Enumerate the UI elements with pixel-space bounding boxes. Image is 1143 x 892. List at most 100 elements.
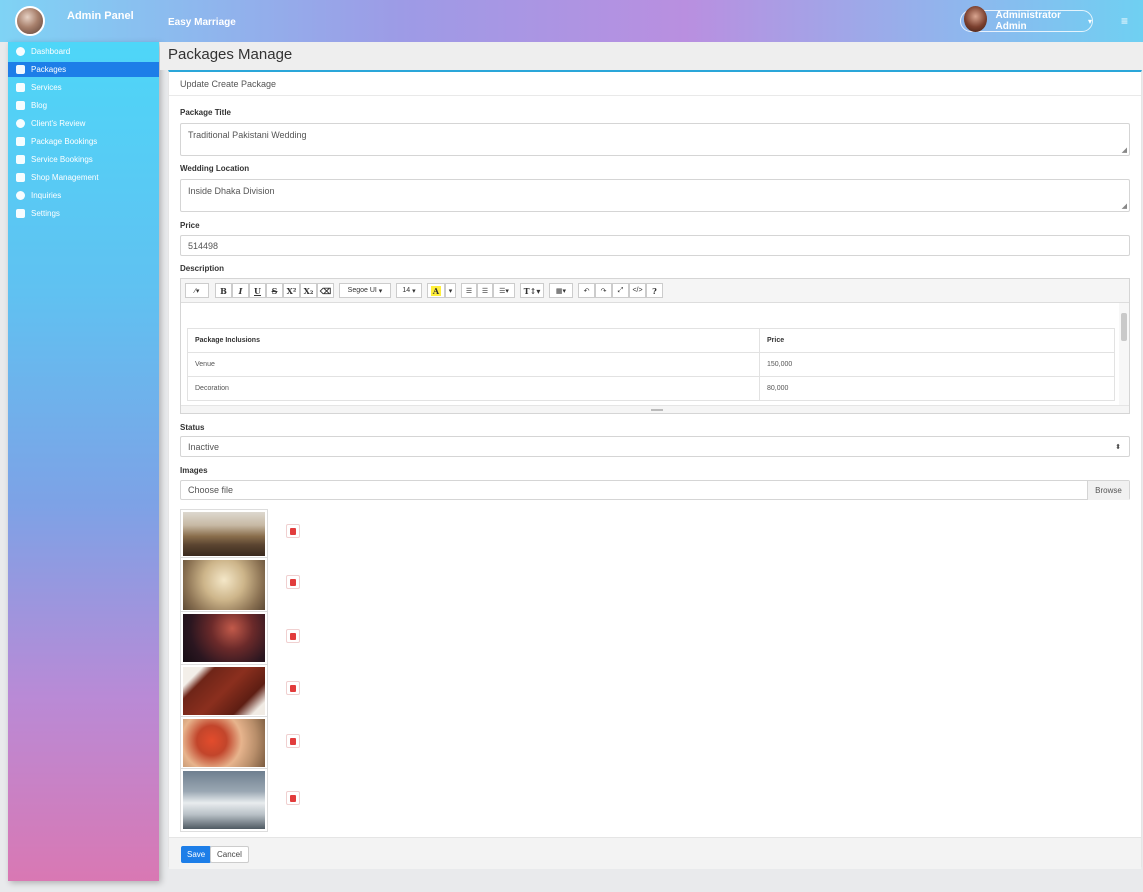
package-title-value: Traditional Pakistani Wedding	[188, 130, 307, 140]
editor-content[interactable]: Package Inclusions Price Venue 150,000 D…	[181, 303, 1129, 405]
fullscreen-icon[interactable]: ⤢	[612, 283, 629, 298]
brand[interactable]: Admin Panel	[15, 6, 134, 36]
table-cell: 80,000	[759, 376, 1115, 401]
trash-icon	[290, 794, 296, 802]
stage-decoration-image	[183, 560, 265, 610]
wedding-card-image	[183, 667, 265, 715]
resize-grip-icon[interactable]: ◢	[1122, 202, 1127, 210]
package-title-label: Package Title	[180, 108, 231, 117]
save-button[interactable]: Save	[181, 846, 212, 863]
sidebar-item-package-bookings[interactable]: Package Bookings	[8, 134, 159, 149]
status-label: Status	[180, 423, 205, 432]
image-thumbnail	[180, 768, 268, 832]
sidebar-item-services[interactable]: Services	[8, 80, 159, 95]
sidebar-item-clients-review[interactable]: Client's Review	[8, 116, 159, 131]
table-row: Venue 150,000	[187, 352, 1115, 377]
delete-image-button[interactable]	[286, 629, 300, 643]
redo-icon[interactable]: ↷	[595, 283, 612, 298]
line-height-icon[interactable]: T↕▾	[520, 283, 544, 298]
code-view-icon[interactable]: </>	[629, 283, 646, 298]
sidebar-item-label: Dashboard	[31, 47, 71, 56]
resize-grip-icon[interactable]: ◢	[1122, 146, 1127, 154]
image-thumbnail	[180, 557, 268, 613]
table-header: Price	[759, 328, 1115, 353]
page-title: Packages Manage	[168, 46, 293, 63]
magic-wand-icon[interactable]: ⁄▾	[185, 283, 209, 298]
highlight-icon[interactable]: A	[427, 283, 445, 298]
italic-icon[interactable]: I	[232, 283, 249, 298]
wedding-location-field[interactable]: Inside Dhaka Division ◢	[180, 179, 1130, 212]
package-title-field[interactable]: Traditional Pakistani Wedding ◢	[180, 123, 1130, 156]
help-icon[interactable]: ?	[646, 283, 663, 298]
price-label: Price	[180, 221, 200, 230]
delete-image-button[interactable]	[286, 734, 300, 748]
delete-image-button[interactable]	[286, 524, 300, 538]
gift-icon	[16, 173, 25, 182]
unordered-list-icon[interactable]: ☰	[461, 283, 477, 298]
strikethrough-icon[interactable]: S	[266, 283, 283, 298]
font-size-value: 14	[402, 287, 411, 294]
browse-button[interactable]: Browse	[1087, 481, 1129, 500]
table-icon[interactable]: ▦▾	[549, 283, 573, 298]
sidebar-item-blog[interactable]: Blog	[8, 98, 159, 113]
night-celebration-image	[183, 614, 265, 662]
sidebar-item-dashboard[interactable]: Dashboard	[8, 44, 159, 59]
price-value: 514498	[188, 241, 219, 251]
chevron-down-icon: ▾	[1087, 16, 1092, 26]
trash-icon	[290, 632, 296, 640]
sidebar-item-label: Package Bookings	[31, 137, 98, 146]
trash-icon	[290, 578, 296, 586]
chevron-down-icon[interactable]: ▾	[445, 283, 456, 298]
select-arrows-icon: ⬍	[1115, 444, 1121, 451]
editor-resize-bar[interactable]	[181, 405, 1129, 413]
question-icon	[16, 191, 25, 200]
editor-scrollbar[interactable]	[1119, 303, 1129, 405]
sidebar-item-packages[interactable]: Packages	[8, 62, 159, 77]
comments-icon	[16, 119, 25, 128]
sidebar-item-service-bookings[interactable]: Service Bookings	[8, 152, 159, 167]
decorated-car-image	[183, 771, 265, 829]
superscript-icon[interactable]: X²	[283, 283, 300, 298]
bold-icon[interactable]: B	[215, 283, 232, 298]
file-placeholder: Choose file	[188, 485, 234, 495]
undo-icon[interactable]: ↶	[578, 283, 595, 298]
sidebar-item-label: Packages	[31, 65, 67, 74]
trash-icon	[290, 737, 296, 745]
scrollbar-thumb[interactable]	[1121, 313, 1127, 341]
blog-icon	[16, 101, 25, 110]
sidebar-item-label: Client's Review	[31, 119, 86, 128]
card-footer: Save Cancel	[169, 837, 1141, 869]
clipboard-icon	[16, 137, 25, 146]
underline-icon[interactable]: U	[249, 283, 266, 298]
price-field[interactable]: 514498	[180, 235, 1130, 256]
font-size-dropdown[interactable]: 14 ▾	[396, 283, 422, 298]
font-family-dropdown[interactable]: Segoe UI ▾	[339, 283, 391, 298]
layers-icon	[16, 65, 25, 74]
status-select[interactable]: Inactive ⬍	[180, 436, 1130, 457]
wedding-location-value: Inside Dhaka Division	[188, 186, 275, 196]
brand-avatar	[15, 6, 45, 36]
menu-toggle-icon[interactable]: ≡	[1121, 14, 1128, 28]
file-input[interactable]: Choose file Browse	[180, 480, 1130, 500]
table-cell: 150,000	[759, 352, 1115, 377]
description-editor[interactable]: ⁄▾ B I U S X² X₂ ⌫ Segoe UI ▾ 14 ▾ A ▾ ☰…	[180, 278, 1130, 414]
delete-image-button[interactable]	[286, 791, 300, 805]
user-menu-button[interactable]: Administrator Admin ▾	[960, 6, 1093, 32]
ordered-list-icon[interactable]: ☰	[477, 283, 493, 298]
delete-image-button[interactable]	[286, 681, 300, 695]
align-icon[interactable]: ☰▾	[493, 283, 515, 298]
cancel-button[interactable]: Cancel	[210, 846, 249, 863]
sidebar-item-label: Blog	[31, 101, 48, 110]
sidebar-item-settings[interactable]: Settings	[8, 206, 159, 221]
app-title[interactable]: Easy Marriage	[168, 17, 236, 28]
trash-icon	[290, 527, 296, 535]
bride-portrait-image	[183, 719, 265, 767]
avatar	[964, 6, 988, 32]
content-header: Packages Manage	[160, 42, 1143, 70]
subscript-icon[interactable]: X₂	[300, 283, 317, 298]
sidebar-item-inquiries[interactable]: Inquiries	[8, 188, 159, 203]
sidebar-item-shop-management[interactable]: Shop Management	[8, 170, 159, 185]
table-cell: Decoration	[187, 376, 760, 401]
eraser-icon[interactable]: ⌫	[317, 283, 334, 298]
delete-image-button[interactable]	[286, 575, 300, 589]
